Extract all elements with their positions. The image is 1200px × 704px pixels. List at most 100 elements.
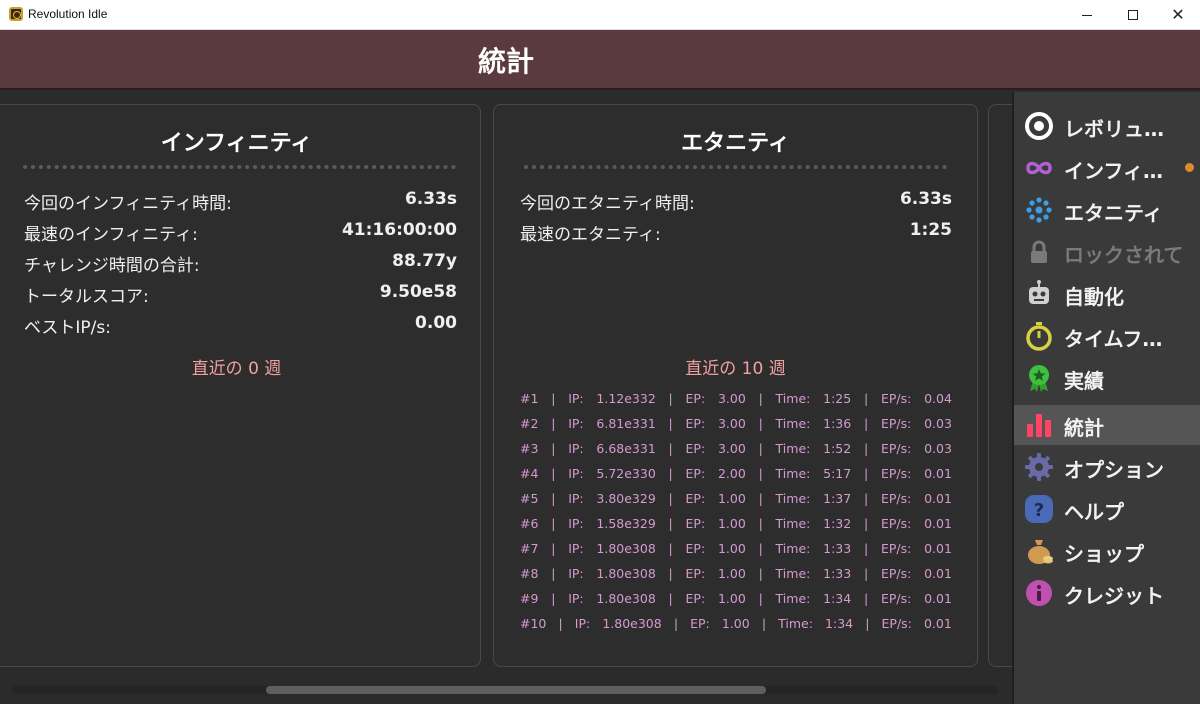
sidebar-item-eternity[interactable]: エタニティ [1014,190,1200,230]
separator: | [558,616,563,631]
stat-row: 今回のインフィニティ時間: 6.33s [24,189,457,214]
ip-value: 1.80e308 [596,541,656,556]
time-value: 1:34 [825,616,854,631]
sidebar-item-automation[interactable]: 自動化 [1014,274,1200,314]
sidebar-item-label: 統計 [1064,416,1104,440]
stat-row: 最速のエタニティ: 1:25 [520,220,952,245]
time-value: 1:33 [823,566,852,581]
stat-value: 9.50e58 [379,282,457,302]
statistics-area[interactable]: インフィニティ 今回のインフィニティ時間: 6.33s 最速のインフィニティ: … [0,92,1012,704]
run-id: #1 [520,391,539,406]
close-button[interactable]: ✕ [1155,0,1200,30]
notification-dot [1185,163,1194,172]
stat-value: 1:25 [909,220,952,240]
sidebar-item-infinity[interactable]: インフィ… [1014,148,1200,188]
ep-rate-value: 0.01 [923,616,952,631]
minimize-button[interactable] [1064,0,1110,30]
time-value: 1:33 [823,541,852,556]
eternity-run-row: #10 | IP: 1.80e308 | EP: 1.00 | Time: 1:34 | EP/s: 0… [520,616,952,636]
ep-value: 2.00 [717,466,746,481]
ip-value: 1.12e332 [596,391,656,406]
separator: | [668,566,673,581]
ep-rate-label: EP/s: [880,541,912,556]
sidebar-item-credits[interactable]: クレジット [1014,573,1200,613]
ep-rate-value: 0.01 [924,541,952,556]
ip-label: IP: [568,441,584,456]
ep-value: 1.00 [717,491,746,506]
stat-label: チャレンジ時間の合計: [24,256,200,276]
ep-value: 3.00 [717,441,746,456]
ip-value: 5.72e330 [596,466,656,481]
sidebar-item-achievements[interactable]: 実績 [1014,358,1200,398]
sidebar-item-statistics[interactable]: 統計 [1014,405,1200,445]
ip-label: IP: [568,491,584,506]
recent-infinities-heading: 直近の 0 週 [191,359,282,379]
ip-label: IP: [574,616,591,631]
maximize-icon [1128,10,1138,20]
infinity-panel-title: インフィニティ [160,131,313,156]
horizontal-scrollbar[interactable] [12,686,998,694]
window-title: Revolution Idle [28,7,108,21]
ep-value: 3.00 [717,416,746,431]
time-value: 1:52 [823,441,852,456]
eternity-run-row: #1 | IP: 1.12e332 | EP: 3.00 | Time: 1:25 | EP/s: 0.… [520,391,952,411]
scrollbar-thumb[interactable] [266,686,766,694]
sidebar-item-help[interactable]: ? ヘルプ [1014,489,1200,529]
separator: | [758,391,763,406]
run-id: #6 [520,516,539,531]
time-label: Time: [775,466,811,481]
separator: | [551,441,556,456]
sidebar-item-revolution[interactable]: レボリュ… [1014,106,1200,146]
sidebar-item-time-flux[interactable]: タイムフ… [1014,316,1200,356]
sidebar-item-label: 実績 [1064,369,1104,393]
divider [23,165,456,169]
sidebar-item-locked[interactable]: ロックされて [1014,232,1200,272]
ep-rate-label: EP/s: [880,566,912,581]
separator: | [551,391,556,406]
separator: | [668,491,673,506]
ep-rate-value: 0.01 [924,566,952,581]
time-value: 5:17 [823,466,852,481]
separator: | [668,441,673,456]
separator: | [863,416,869,431]
infinity-icon [1026,161,1052,175]
revolution-icon [1025,112,1053,140]
separator: | [863,591,869,606]
separator: | [668,591,673,606]
sidebar-item-label: レボリュ… [1064,117,1164,141]
separator: | [758,516,763,531]
separator: | [668,391,673,406]
app-logo-icon [9,7,23,21]
ip-value: 1.80e308 [596,591,656,606]
achievement-icon [1029,365,1049,392]
ep-label: EP: [685,491,706,506]
sidebar-item-label: クレジット [1064,584,1164,608]
stat-label: 最速のエタニティ: [520,225,661,245]
ep-label: EP: [685,466,706,481]
sidebar-item-shop[interactable]: ショップ [1014,531,1200,571]
sidebar-item-options[interactable]: オプション [1014,447,1200,487]
stat-row: 最速のインフィニティ: 41:16:00:00 [24,220,457,245]
ip-value: 6.81e331 [596,416,656,431]
maximize-button[interactable] [1110,0,1156,30]
run-id: #9 [520,591,539,606]
separator: | [758,566,763,581]
separator: | [551,466,556,481]
stat-value: 6.33s [404,189,457,209]
sidebar-item-label: インフィ… [1064,159,1163,183]
ep-rate-label: EP/s: [880,391,912,406]
separator: | [863,541,869,556]
ep-label: EP: [685,541,706,556]
ep-rate-value: 0.01 [924,591,952,606]
page-title: 統計 [477,45,534,78]
minimize-icon [1082,14,1092,16]
ip-label: IP: [568,391,584,406]
separator: | [668,466,673,481]
lock-icon [1031,240,1047,263]
sidebar-item-label: タイムフ… [1064,327,1163,351]
ep-rate-label: EP/s: [880,441,912,456]
close-icon: ✕ [1171,5,1185,24]
sidebar-item-label: ロックされて [1064,243,1184,267]
run-id: #4 [520,466,539,481]
ep-label: EP: [685,441,706,456]
